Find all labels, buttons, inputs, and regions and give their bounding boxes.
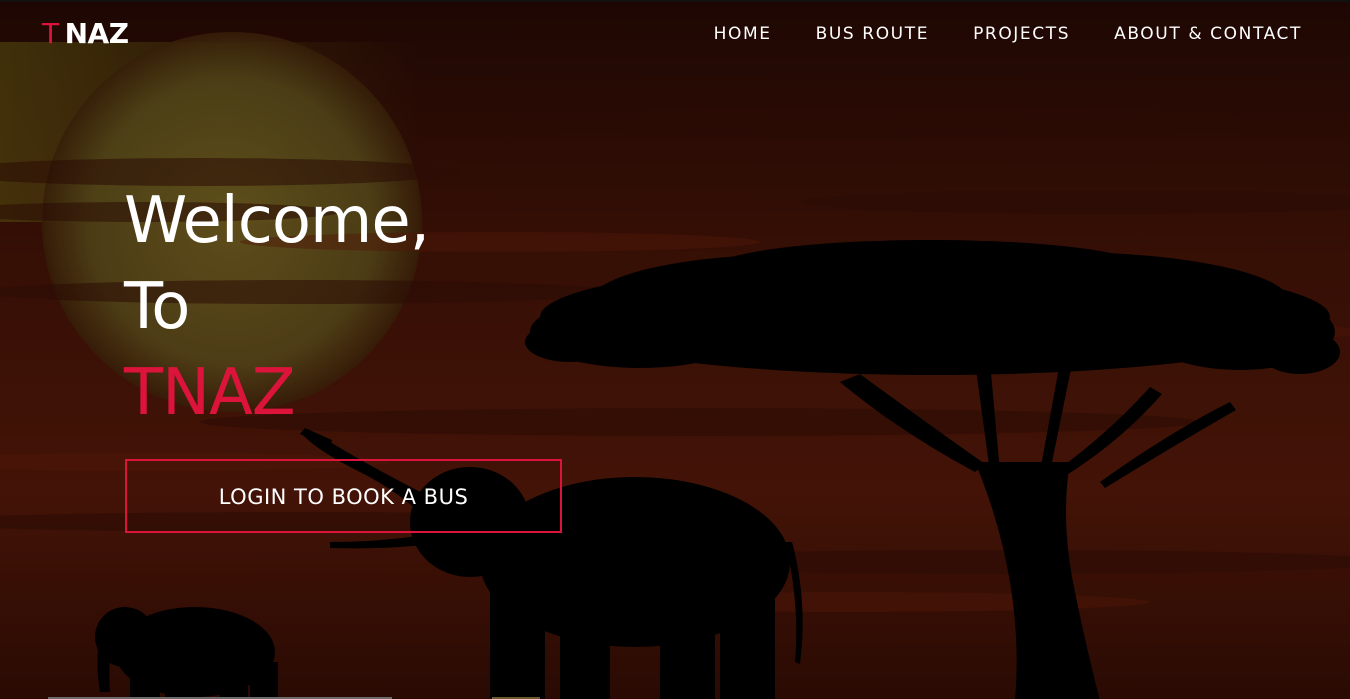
nav-link-about-contact[interactable]: ABOUT & CONTACT [1114,23,1302,45]
page: T NAZ HOME BUS ROUTE PROJECTS ABOUT & CON… [0,0,1350,699]
hero-to-line: To [124,270,190,344]
brand-accent-letter: T [42,17,59,50]
nav-menu: HOME BUS ROUTE PROJECTS ABOUT & CONTACT [714,23,1302,45]
top-navbar: T NAZ HOME BUS ROUTE PROJECTS ABOUT & CON… [0,2,1350,66]
hero-brand-line: TNAZ [124,356,296,430]
login-to-book-button[interactable]: LOGIN TO BOOK A BUS [125,459,562,533]
nav-link-projects[interactable]: PROJECTS [973,23,1070,45]
nav-link-bus-route[interactable]: BUS ROUTE [816,23,929,45]
hero-welcome-line: Welcome, [124,184,430,258]
brand-logo[interactable]: T NAZ [42,17,129,51]
hero-heading: Welcome, To TNAZ [124,178,724,436]
brand-name: NAZ [64,17,129,50]
nav-link-home[interactable]: HOME [714,23,772,45]
